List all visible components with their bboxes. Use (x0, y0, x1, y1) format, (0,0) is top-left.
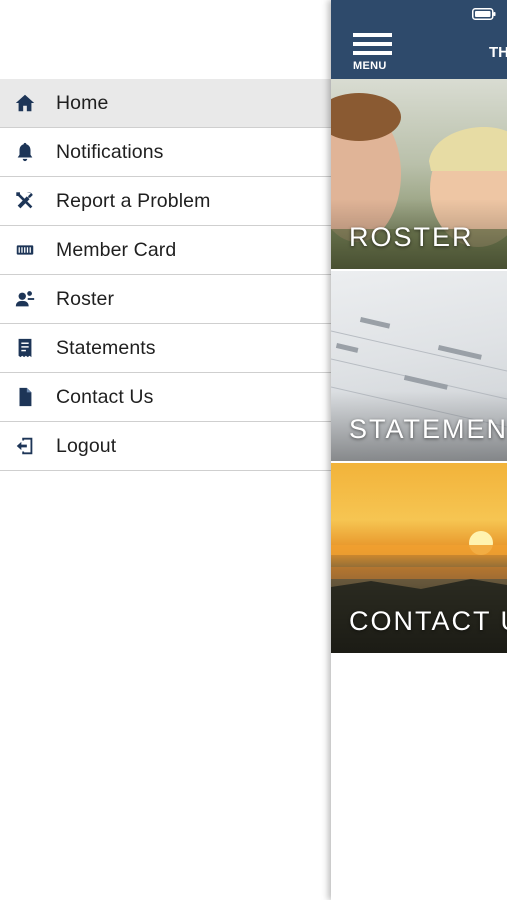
hamburger-icon (353, 51, 392, 55)
hamburger-icon (353, 33, 392, 37)
menu-item-label: Notifications (56, 140, 164, 163)
statements-icon (13, 336, 37, 360)
menu-item-home[interactable]: Home (0, 79, 331, 128)
side-menu-list: Home Notifications Report a Problem Memb… (0, 79, 331, 471)
side-menu: Home Notifications Report a Problem Memb… (0, 0, 331, 900)
tile-label: STATEMEN (349, 414, 507, 444)
tile-label: CONTACT U (349, 606, 507, 636)
menu-item-contact-us[interactable]: Contact Us (0, 373, 331, 422)
menu-item-roster[interactable]: Roster (0, 275, 331, 324)
bell-icon (13, 140, 37, 164)
menu-item-label: Home (56, 91, 109, 114)
menu-item-label: Report a Problem (56, 189, 211, 212)
main-panel[interactable]: MENU TH ROSTER STATEMEN CONTACT U (331, 0, 507, 900)
roster-icon (13, 287, 37, 311)
home-icon (13, 91, 37, 115)
menu-item-notifications[interactable]: Notifications (0, 128, 331, 177)
member-card-icon (13, 238, 37, 262)
app-viewport: Home Notifications Report a Problem Memb… (0, 0, 507, 900)
menu-item-member-card[interactable]: Member Card (0, 226, 331, 275)
tools-icon (13, 189, 37, 213)
hamburger-icon (353, 42, 392, 46)
page-title: TH (489, 44, 507, 61)
menu-button-label: MENU (353, 60, 387, 72)
menu-item-logout[interactable]: Logout (0, 422, 331, 471)
tile-label: ROSTER (349, 222, 474, 252)
menu-item-label: Logout (56, 434, 117, 457)
menu-item-statements[interactable]: Statements (0, 324, 331, 373)
top-bar: MENU TH (331, 0, 507, 79)
tile-roster[interactable]: ROSTER (331, 79, 507, 269)
menu-item-label: Member Card (56, 238, 177, 261)
tile-statements[interactable]: STATEMEN (331, 271, 507, 461)
document-icon (13, 385, 37, 409)
menu-item-report-a-problem[interactable]: Report a Problem (0, 177, 331, 226)
tile-contact-us[interactable]: CONTACT U (331, 463, 507, 653)
menu-item-label: Roster (56, 287, 115, 310)
logout-icon (13, 434, 37, 458)
menu-button[interactable]: MENU (353, 33, 395, 73)
menu-item-label: Contact Us (56, 385, 154, 408)
battery-icon (472, 7, 496, 20)
menu-item-label: Statements (56, 336, 156, 359)
